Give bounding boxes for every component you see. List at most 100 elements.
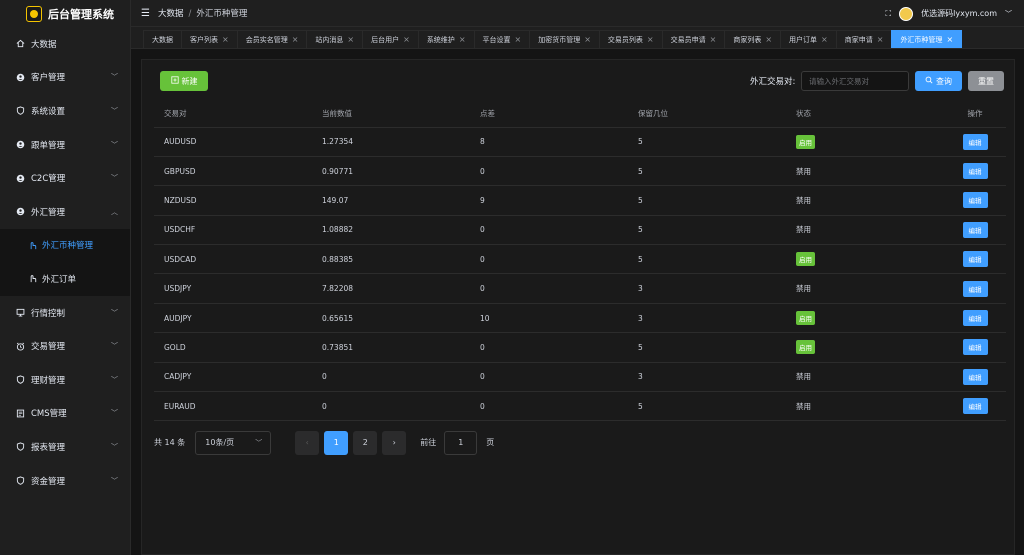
tab-label: 平台设置 <box>482 35 511 44</box>
close-icon[interactable]: × <box>765 35 772 44</box>
status-cell: 启用 <box>786 244 944 275</box>
next-page-button[interactable]: › <box>382 430 407 455</box>
table-row: NZDUSD 149.07 9 5 禁用 编辑 <box>154 185 1006 216</box>
sidebar-item-market-control[interactable]: 行情控制 ﹀ <box>0 296 130 330</box>
username[interactable]: 优选源码lyxym.com <box>921 8 997 19</box>
sidebar-item-forex-currency[interactable]: 外汇币种管理 <box>0 228 130 263</box>
pair-cell: AUDJPY <box>154 303 312 334</box>
chevron-up-icon: ︿ <box>111 207 118 216</box>
close-icon[interactable]: × <box>515 35 522 44</box>
tab-trader-list[interactable]: 交易员列表 × <box>598 30 663 48</box>
sidebar-item-forex-orders[interactable]: 外汇订单 <box>0 262 130 296</box>
edit-button[interactable]: 编辑 <box>962 368 988 385</box>
edit-button[interactable]: 编辑 <box>962 163 988 180</box>
decimals-cell: 5 <box>628 156 786 187</box>
chevron-down-icon[interactable]: ﹀ <box>1005 9 1012 19</box>
monitor-icon <box>16 308 25 317</box>
tab-system-maintenance[interactable]: 系统维护 × <box>417 30 475 48</box>
tab-user-orders[interactable]: 用户订单 × <box>780 30 837 48</box>
edit-button[interactable]: 编辑 <box>962 251 988 268</box>
tab-big-data[interactable]: 大数据 <box>143 30 182 48</box>
tab-label: 商家列表 <box>733 35 762 44</box>
sidebar-item-copy-trading[interactable]: 跟单管理 ﹀ <box>0 128 130 162</box>
sidebar-item-reports[interactable]: 报表管理 ﹀ <box>0 430 130 464</box>
tab-trader-applications[interactable]: 交易员申请 × <box>661 30 726 48</box>
tab-label: 系统维护 <box>426 35 455 44</box>
pair-cell: USDJPY <box>154 273 312 304</box>
sidebar-item-cms[interactable]: CMS管理 ﹀ <box>0 397 130 431</box>
edit-button[interactable]: 编辑 <box>962 280 988 297</box>
action-cell: 编辑 <box>944 303 1006 334</box>
chevron-down-icon: ﹀ <box>111 442 118 451</box>
edit-button[interactable]: 编辑 <box>962 221 988 238</box>
value-cell: 0.88385 <box>312 244 470 275</box>
breadcrumb-current: 外汇币种管理 <box>196 9 248 19</box>
fullscreen-icon[interactable]: ⛶ <box>886 9 892 19</box>
header-right: ⛶ 优选源码lyxym.com ﹀ <box>886 0 1012 27</box>
tab-label: 大数据 <box>152 35 173 44</box>
goto-page-input[interactable]: 1 <box>444 430 478 455</box>
sidebar-item-c2c[interactable]: C2C管理 ﹀ <box>0 161 130 195</box>
table-row: USDCHF 1.08882 0 5 禁用 编辑 <box>154 215 1006 246</box>
value-cell: 0.65615 <box>312 303 470 334</box>
pair-search-input[interactable]: 请输入外汇交易对 <box>801 71 909 91</box>
tab-forex-currency[interactable]: 外汇币种管理 × <box>891 30 963 48</box>
new-button[interactable]: 新建 <box>160 71 208 91</box>
status-badge: 禁用 <box>796 372 811 382</box>
table-row: GBPUSD 0.90771 0 5 禁用 编辑 <box>154 156 1006 187</box>
sidebar-item-label: CMS管理 <box>31 409 67 420</box>
tab-customer-list[interactable]: 客户列表 × <box>181 30 238 48</box>
sidebar-item-trading[interactable]: 交易管理 ﹀ <box>0 329 130 363</box>
sidebar-item-forex[interactable]: 外汇管理 ︿ <box>0 195 130 229</box>
close-icon[interactable]: × <box>584 35 591 44</box>
close-icon[interactable]: × <box>292 35 299 44</box>
reset-button[interactable]: 重置 <box>968 71 1004 91</box>
page-button[interactable]: 1 <box>324 430 349 455</box>
tab-merchant-list[interactable]: 商家列表 × <box>724 30 782 48</box>
sidebar-item-funds[interactable]: 资金管理 ﹀ <box>0 464 130 498</box>
tab-member-verification[interactable]: 会员实名管理 × <box>236 30 308 48</box>
tab-admin-users[interactable]: 后台用户 × <box>362 30 419 48</box>
edit-button[interactable]: 编辑 <box>962 398 988 415</box>
edit-button[interactable]: 编辑 <box>962 339 988 356</box>
edit-button[interactable]: 编辑 <box>962 310 988 327</box>
tab-site-messages[interactable]: 站内消息 × <box>306 30 364 48</box>
avatar[interactable] <box>899 6 914 21</box>
sidebar-item-label: 大数据 <box>31 39 57 50</box>
close-icon[interactable]: × <box>222 35 229 44</box>
home-icon <box>16 39 25 48</box>
tab-label: 会员实名管理 <box>245 35 288 44</box>
sidebar-item-big-data[interactable]: 大数据 <box>0 27 130 61</box>
status-badge: 启用 <box>796 252 815 267</box>
chevron-down-icon: ﹀ <box>111 73 118 82</box>
sidebar-item-customers[interactable]: 客户管理 ﹀ <box>0 61 130 95</box>
page-size-select[interactable]: 10条/页 ﹀ <box>195 430 272 455</box>
edit-button[interactable]: 编辑 <box>962 133 988 150</box>
tab-crypto-management[interactable]: 加密货币管理 × <box>529 30 600 48</box>
prev-page-button[interactable]: ‹ <box>295 430 320 455</box>
close-icon[interactable]: × <box>459 35 466 44</box>
close-icon[interactable]: × <box>710 35 717 44</box>
status-badge: 禁用 <box>796 166 811 176</box>
close-icon[interactable]: × <box>821 35 828 44</box>
close-icon[interactable]: × <box>877 35 884 44</box>
chevron-down-icon: ﹀ <box>111 140 118 149</box>
pagination: 共 14 条 10条/页 ﹀ ‹ 1 2 › 前往 1 页 <box>154 430 494 455</box>
query-button[interactable]: 查询 <box>915 71 962 91</box>
tab-merchant-applications[interactable]: 商家申请 × <box>835 30 893 48</box>
sidebar-item-wealth[interactable]: 理财管理 ﹀ <box>0 363 130 397</box>
close-icon[interactable]: × <box>647 35 654 44</box>
hamburger-icon[interactable]: ☰ <box>141 8 150 19</box>
sidebar-item-settings[interactable]: 系统设置 ﹀ <box>0 94 130 128</box>
column-header: 状态 <box>786 100 944 128</box>
breadcrumb-root[interactable]: 大数据 <box>158 9 184 19</box>
page-button[interactable]: 2 <box>353 430 378 455</box>
tab-platform-settings[interactable]: 平台设置 × <box>473 30 531 48</box>
spread-cell: 10 <box>470 303 628 334</box>
close-icon[interactable]: × <box>403 35 410 44</box>
close-icon[interactable]: × <box>347 35 354 44</box>
close-icon[interactable]: × <box>946 35 953 44</box>
status-badge: 启用 <box>796 340 815 355</box>
edit-button[interactable]: 编辑 <box>962 192 988 209</box>
column-header: 交易对 <box>154 100 312 128</box>
